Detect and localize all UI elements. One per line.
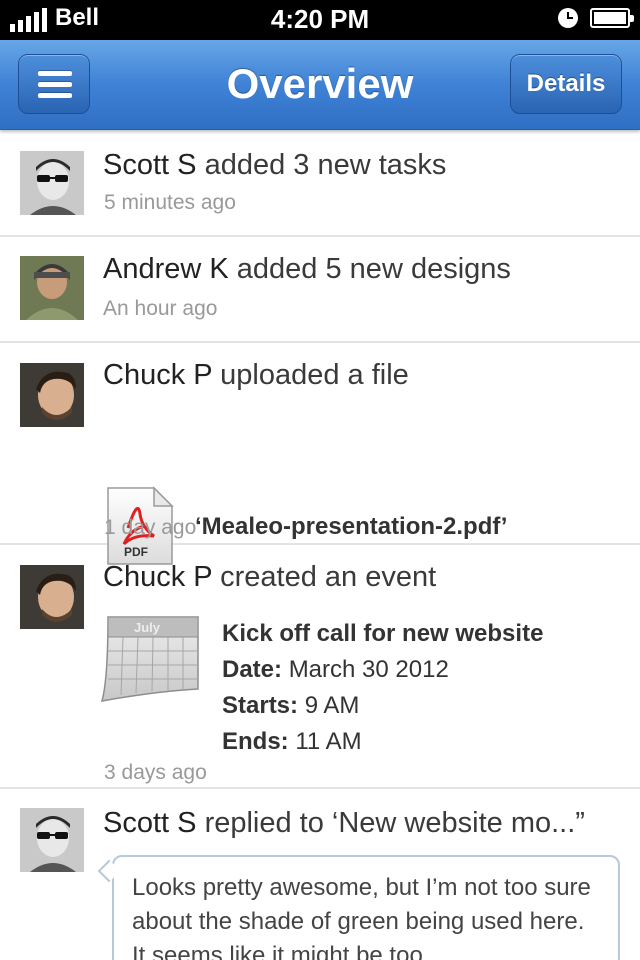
action-text: uploaded a file [220,359,409,391]
user-name[interactable]: Scott S [103,149,197,181]
navigation-bar: Overview Details [0,40,640,130]
timestamp: 5 minutes ago [104,191,236,214]
action-text: added 5 new designs [236,253,511,285]
feed-headline: Scott S added 3 new tasks [103,147,446,183]
status-time: 4:20 PM [270,4,370,34]
event-date: Date: March 30 2012 [222,655,449,685]
event-start-value: 9 AM [304,692,360,719]
event-start: Starts: 9 AM [222,691,359,721]
event-title: Kick off call for new website [222,619,543,649]
activity-feed: Scott S added 3 new tasks 5 minutes ago … [0,131,640,789]
timestamp: 3 days ago [104,761,207,784]
user-name[interactable]: Andrew K [103,253,229,285]
battery-icon [590,8,634,28]
action-text[interactable]: replied to ‘New website mo...” [205,807,585,839]
feed-headline: Chuck P uploaded a file [103,357,409,393]
timestamp: 1 day ago [104,516,197,539]
event-end-value: 11 AM [295,728,362,755]
feed-item[interactable]: Andrew K added 5 new designs An hour ago [0,237,640,343]
reply-bubble[interactable]: Looks pretty awesome, but I’m not too su… [112,855,620,960]
event-start-label: Starts: [222,692,299,719]
user-name[interactable]: Chuck P [103,359,212,391]
timestamp: An hour ago [103,297,218,320]
details-button[interactable]: Details [510,54,622,114]
avatar [20,151,84,215]
avatar [20,565,84,629]
user-name[interactable]: Chuck P [103,561,212,593]
calendar-icon[interactable]: July [98,609,204,705]
avatar [20,363,84,427]
feed-item[interactable]: Chuck P created an event July Kick off c… [0,545,640,789]
feed-item[interactable]: Chuck P uploaded a file PDF ‘Mealeo-pres… [0,343,640,565]
feed-headline: Scott S replied to ‘New website mo...” [103,805,585,841]
event-date-label: Date: [222,656,283,683]
event-date-value: March 30 2012 [288,656,449,683]
user-name[interactable]: Scott S [103,807,197,839]
avatar [20,808,84,872]
calendar-month: July [134,620,161,635]
feed-item[interactable]: Scott S added 3 new tasks 5 minutes ago [0,131,640,237]
action-text: added 3 new tasks [204,149,447,181]
action-text: created an event [220,561,437,593]
file-link[interactable]: ‘Mealeo-presentation-2.pdf’ [195,513,507,541]
event-end-label: Ends: [222,728,289,755]
feed-headline: Chuck P created an event [103,559,436,595]
alarm-clock-icon [558,8,578,28]
status-bar: Bell 4:20 PM [0,0,640,40]
avatar [20,256,84,320]
event-end: Ends: 11 AM [222,727,362,757]
event-title-text[interactable]: Kick off call for new website [222,620,543,647]
feed-headline: Andrew K added 5 new designs [103,251,511,287]
